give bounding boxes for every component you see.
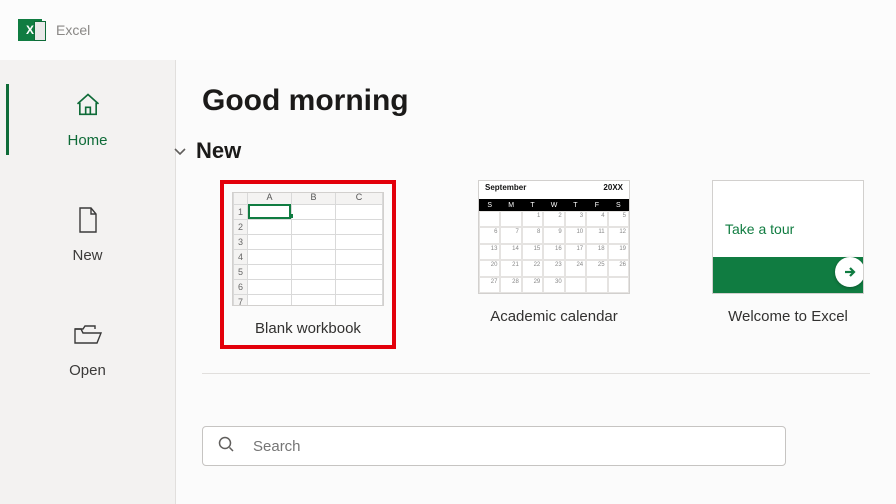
search-input[interactable] (253, 438, 771, 455)
template-thumb: ABC 1 2 3 4 5 6 7 (232, 192, 384, 306)
calendar-year: 20XX (603, 183, 623, 197)
excel-app-icon: X (18, 19, 42, 41)
sidebar-item-label: Home (67, 132, 107, 149)
template-academic-calendar[interactable]: September 20XX SMTWTFS 12345 6789101112 … (478, 180, 630, 349)
content-area: Good morning New ABC 1 2 3 4 5 (175, 60, 896, 504)
section-divider (202, 373, 870, 374)
home-icon (73, 90, 103, 120)
mini-spreadsheet-icon: ABC 1 2 3 4 5 6 7 (233, 192, 383, 306)
section-new-title: New (196, 138, 241, 164)
greeting-heading: Good morning (202, 84, 896, 118)
template-caption: Academic calendar (490, 308, 618, 325)
sidebar-item-home[interactable]: Home (0, 90, 175, 149)
title-bar: X Excel (0, 0, 896, 60)
template-thumb: September 20XX SMTWTFS 12345 6789101112 … (478, 180, 630, 294)
document-icon (73, 205, 103, 235)
template-thumb: Take a tour (712, 180, 864, 294)
arrow-right-icon (835, 257, 864, 287)
sidebar-item-open[interactable]: Open (0, 320, 175, 379)
chevron-down-icon (172, 143, 188, 159)
search-icon (217, 435, 235, 458)
take-a-tour-label: Take a tour (725, 221, 794, 237)
template-welcome-to-excel[interactable]: Take a tour Welcome to Excel (712, 180, 864, 349)
templates-row: ABC 1 2 3 4 5 6 7 Blank workbook (202, 180, 896, 349)
template-caption: Blank workbook (255, 320, 361, 337)
search-box[interactable] (202, 426, 786, 466)
app-name: Excel (56, 22, 90, 38)
template-caption: Welcome to Excel (728, 308, 848, 325)
sidebar-item-label: New (72, 247, 102, 264)
sidebar-item-new[interactable]: New (0, 205, 175, 264)
sidebar: Home New Open (0, 60, 175, 504)
folder-open-icon (73, 320, 103, 350)
calendar-month: September (485, 183, 526, 197)
template-blank-workbook[interactable]: ABC 1 2 3 4 5 6 7 Blank workbook (220, 180, 396, 349)
sidebar-item-label: Open (69, 362, 106, 379)
section-new-header[interactable]: New (172, 138, 896, 164)
calendar-icon: September 20XX SMTWTFS 12345 6789101112 … (479, 181, 629, 293)
